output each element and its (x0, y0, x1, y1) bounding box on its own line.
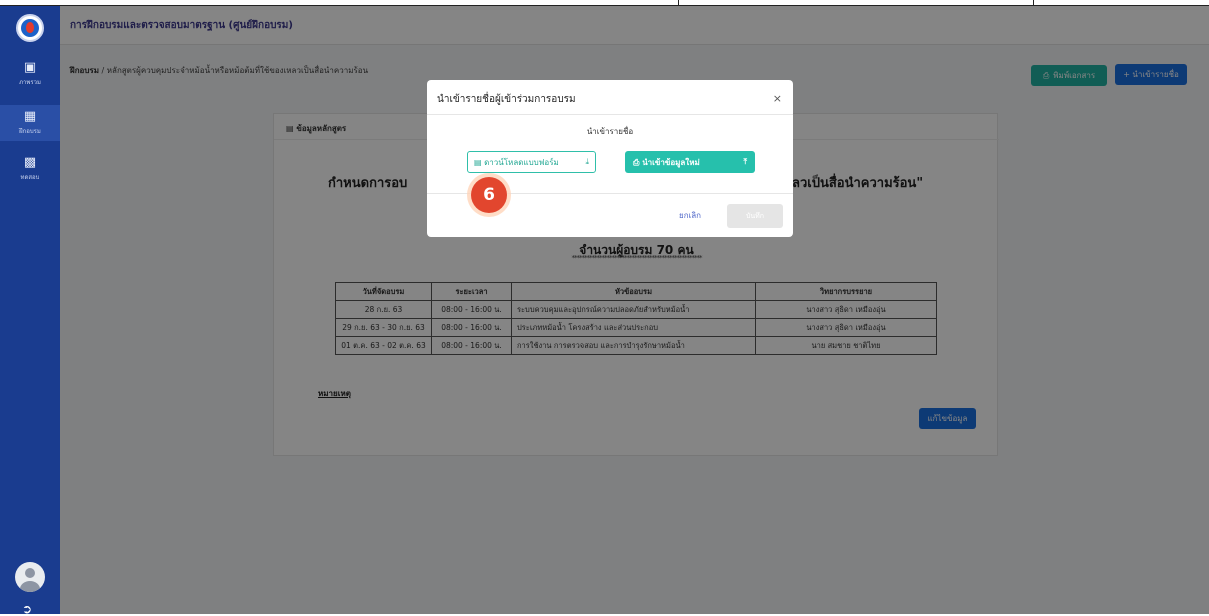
avatar[interactable] (15, 562, 45, 592)
import-new-data-button[interactable]: ⎙ นำเข้าข้อมูลใหม่ ⤒ (625, 151, 755, 173)
modal-title: นำเข้ารายชื่อผู้เข้าร่วมการอบรม (427, 80, 793, 115)
sidebar-item-label: ภาพรวม (19, 79, 41, 86)
cancel-button[interactable]: ยกเลิก (679, 209, 701, 222)
close-icon[interactable]: × (773, 92, 782, 105)
sidebar-item-test[interactable]: ▩ ทดสอบ (0, 151, 60, 187)
upload-icon: ⤒ (743, 157, 747, 166)
monitor-icon: ▣ (23, 60, 37, 75)
sidebar: ▣ ภาพรวม ▦ ฝึกอบรม ▩ ทดสอบ ➲ (0, 6, 60, 616)
save-button[interactable]: บันทึก (727, 204, 783, 228)
building-icon: ▩ (23, 155, 37, 170)
download-form-button[interactable]: ▤ ดาวน์โหลดแบบฟอร์ม ⤓ (467, 151, 596, 173)
download-form-label: ดาวน์โหลดแบบฟอร์ม (484, 157, 559, 167)
sidebar-item-overview[interactable]: ▣ ภาพรวม (0, 56, 60, 92)
import-new-label: นำเข้าข้อมูลใหม่ (642, 157, 700, 167)
printer-icon: ⎙ (633, 157, 643, 167)
logo-mark-icon (21, 19, 39, 37)
sidebar-item-label: ทดสอบ (20, 174, 40, 181)
import-participants-modal: นำเข้ารายชื่อผู้เข้าร่วมการอบรม × นำเข้า… (427, 80, 793, 237)
grid-icon: ▦ (23, 109, 37, 124)
modal-section-label: นำเข้ารายชื่อ (586, 127, 634, 136)
app-logo[interactable] (16, 14, 44, 42)
sidebar-item-label: ฝึกอบรม (19, 128, 41, 135)
step-number-badge: 6 (471, 177, 507, 213)
download-icon: ⤓ (585, 157, 589, 166)
file-icon: ▤ (474, 157, 485, 167)
sidebar-item-training[interactable]: ▦ ฝึกอบรม (0, 105, 60, 141)
